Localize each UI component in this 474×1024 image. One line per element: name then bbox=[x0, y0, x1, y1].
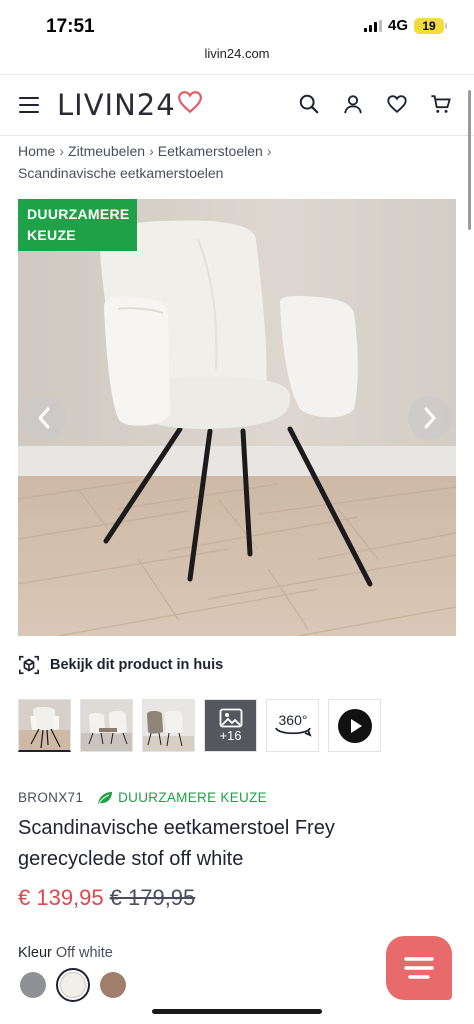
status-bar: 17:51 4G 19 bbox=[0, 0, 474, 44]
chevron-right-icon: › bbox=[59, 143, 65, 159]
leaf-icon bbox=[98, 791, 113, 804]
color-label: Kleur bbox=[18, 945, 52, 961]
search-icon[interactable] bbox=[298, 93, 320, 115]
breadcrumb-current[interactable]: Scandinavische eetkamerstoelen bbox=[18, 165, 223, 181]
more-images-count: +16 bbox=[219, 728, 242, 743]
logo[interactable]: LIVIN24 bbox=[57, 87, 203, 123]
view-in-home-link[interactable]: Bekijk dit product in huis bbox=[18, 654, 223, 676]
thumbnail-strip: +16 360° bbox=[18, 699, 381, 752]
breadcrumb-eetkamerstoelen[interactable]: Eetkamerstoelen bbox=[158, 143, 263, 159]
swatch-taupe[interactable] bbox=[100, 972, 126, 998]
status-indicators: 4G 19 bbox=[363, 17, 447, 34]
sustainable-label-text: DUURZAMERE KEUZE bbox=[118, 790, 267, 805]
breadcrumb-home[interactable]: Home bbox=[18, 143, 55, 159]
header-actions bbox=[298, 93, 452, 115]
sustainable-badge: DUURZAMERE KEUZE bbox=[18, 199, 137, 251]
logo-text: LIVIN24 bbox=[57, 88, 176, 122]
chevron-right-icon: › bbox=[149, 143, 154, 159]
rotate-360-icon: 360° bbox=[274, 712, 312, 737]
scrollbar[interactable] bbox=[468, 90, 471, 230]
current-price: € 139,95 bbox=[18, 885, 104, 910]
signal-icon bbox=[363, 19, 382, 32]
swatch-grey[interactable] bbox=[20, 972, 46, 998]
swatch-off-white[interactable] bbox=[56, 968, 90, 1002]
account-icon[interactable] bbox=[342, 93, 364, 115]
breadcrumb: Home › Zitmeubelen › Eetkamerstoelen › Scandin… bbox=[18, 140, 448, 184]
product-photo bbox=[18, 199, 456, 636]
play-icon bbox=[337, 708, 372, 743]
logo-heart-icon bbox=[177, 91, 202, 114]
battery-icon: 19 bbox=[414, 17, 447, 34]
original-price: € 179,95 bbox=[109, 885, 196, 910]
thumbnail-3[interactable] bbox=[142, 699, 195, 752]
product-title: Scandinavische eetkamerstoel Frey gerecy… bbox=[18, 817, 335, 870]
product-gallery-main[interactable]: DUURZAMERE KEUZE bbox=[18, 199, 456, 636]
gallery-next-button[interactable] bbox=[408, 396, 452, 440]
browser-url[interactable]: livin24.com bbox=[0, 46, 474, 61]
site-header: LIVIN24 bbox=[0, 74, 474, 136]
color-value: Off white bbox=[55, 945, 113, 961]
thumbnail-360[interactable]: 360° bbox=[266, 699, 319, 752]
network-type: 4G bbox=[387, 17, 408, 34]
sustainable-label: DUURZAMERE KEUZE bbox=[97, 790, 267, 805]
image-gallery-icon bbox=[219, 708, 242, 728]
ar-cube-icon bbox=[19, 655, 39, 675]
chevron-right-icon: › bbox=[266, 143, 272, 159]
cart-icon[interactable] bbox=[430, 93, 452, 115]
chevron-right-icon bbox=[424, 407, 436, 429]
chat-lines-icon bbox=[404, 957, 434, 979]
heart-icon[interactable] bbox=[386, 93, 408, 115]
product-sku: BRONX71 bbox=[18, 790, 84, 805]
price-block: € 139,95 € 179,95 bbox=[18, 885, 195, 911]
breadcrumb-zitmeubelen[interactable]: Zitmeubelen bbox=[68, 143, 145, 159]
status-time: 17:51 bbox=[46, 16, 95, 37]
badge-line-1: DUURZAMERE bbox=[27, 206, 130, 222]
menu-icon[interactable] bbox=[19, 97, 39, 113]
thumbnail-1[interactable] bbox=[18, 699, 71, 752]
color-selector-label: Kleur Off white bbox=[18, 945, 113, 961]
gallery-prev-button[interactable] bbox=[22, 396, 66, 440]
spin-label: 360° bbox=[278, 712, 307, 728]
color-swatches bbox=[20, 968, 126, 1002]
thumbnail-more[interactable]: +16 bbox=[204, 699, 257, 752]
product-meta: BRONX71 DUURZAMERE KEUZE bbox=[18, 790, 267, 805]
thumbnail-video[interactable] bbox=[328, 699, 381, 752]
thumbnail-2[interactable] bbox=[80, 699, 133, 752]
home-indicator bbox=[152, 1009, 322, 1014]
badge-line-2: KEUZE bbox=[27, 227, 76, 243]
chevron-left-icon bbox=[38, 407, 50, 429]
view-in-home-label: Bekijk dit product in huis bbox=[50, 657, 224, 673]
chat-button[interactable] bbox=[386, 936, 452, 1000]
